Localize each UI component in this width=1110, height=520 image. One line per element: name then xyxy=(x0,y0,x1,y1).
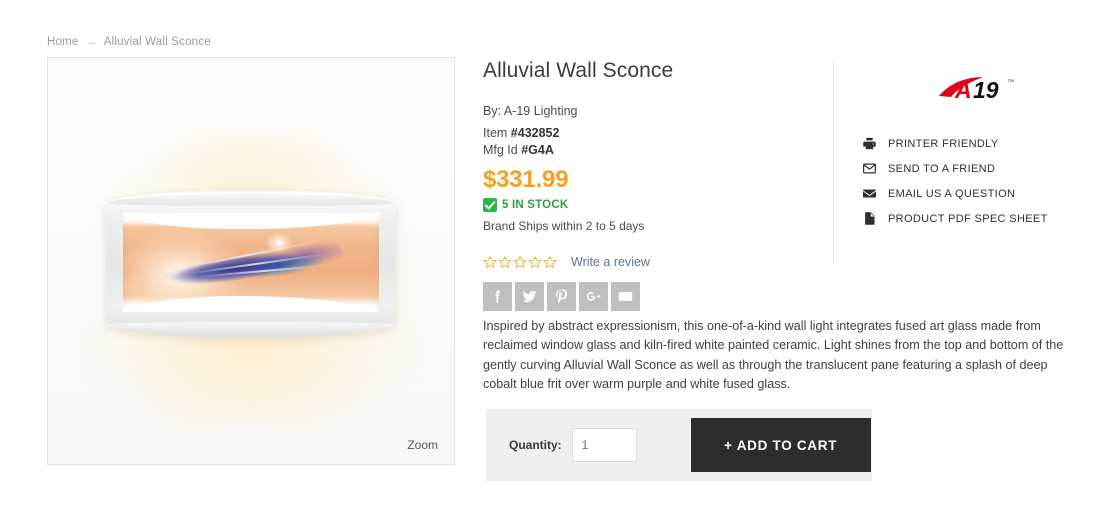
utility-label: PRODUCT PDF SPEC SHEET xyxy=(888,212,1048,225)
item-number-line: Item #432852 xyxy=(483,126,823,140)
pinterest-icon[interactable] xyxy=(547,282,576,312)
twitter-icon[interactable] xyxy=(515,282,544,312)
stock-status: 5 IN STOCK xyxy=(483,198,823,213)
shipping-note: Brand Ships within 2 to 5 days xyxy=(483,219,645,234)
mfg-id-label: Mfg Id xyxy=(483,143,522,158)
mfg-id-line: Mfg Id #G4A xyxy=(483,143,823,157)
star-icon[interactable] xyxy=(513,255,527,269)
quantity-label: Quantity: xyxy=(509,438,562,452)
wall-sconce-illustration xyxy=(106,190,396,338)
item-number-label: Item xyxy=(483,126,511,141)
send-to-friend-link[interactable]: SEND TO A FRIEND xyxy=(862,161,1082,176)
brand-line: By: A-19 Lighting xyxy=(483,104,578,119)
write-review-link[interactable]: Write a review xyxy=(571,255,650,269)
rating-stars[interactable] xyxy=(483,255,557,269)
product-image[interactable] xyxy=(48,58,454,464)
email-icon[interactable] xyxy=(611,282,640,312)
product-description: Inspired by abstract expressionism, this… xyxy=(483,319,1064,392)
vertical-divider xyxy=(833,60,834,265)
brand-logo[interactable]: A 19 ™ xyxy=(862,66,1082,112)
printer-friendly-link[interactable]: PRINTER FRIENDLY xyxy=(862,136,1082,151)
envelope-filled-icon xyxy=(862,186,877,201)
breadcrumb-current: Alluvial Wall Sconce xyxy=(103,36,211,48)
item-number-value: #432852 xyxy=(510,126,560,141)
add-to-cart-button[interactable]: + ADD TO CART xyxy=(690,418,871,472)
breadcrumb-separator-icon: → xyxy=(85,36,97,48)
product-price: $331.99 xyxy=(483,166,569,194)
fused-glass-panel xyxy=(123,213,379,312)
quantity-input[interactable] xyxy=(571,428,637,462)
printer-icon xyxy=(862,136,877,151)
star-icon[interactable] xyxy=(543,255,557,269)
zoom-label[interactable]: Zoom xyxy=(407,438,438,452)
svg-text:19: 19 xyxy=(973,77,999,103)
status-badge: 5 IN STOCK xyxy=(502,199,569,212)
product-utility-column: A 19 ™ PRINTER FRIENDLY SEND TO A FRIEND xyxy=(862,66,1082,226)
breadcrumb-home-link[interactable]: Home xyxy=(47,36,78,48)
pdf-spec-sheet-link[interactable]: PRODUCT PDF SPEC SHEET xyxy=(862,211,1082,226)
a19-logo-icon: A 19 ™ xyxy=(939,77,1014,103)
product-info: Alluvial Wall Sconce By: A-19 Lighting I… xyxy=(483,58,823,312)
svg-text:A: A xyxy=(954,77,972,103)
purchase-panel: Quantity: + ADD TO CART xyxy=(486,409,872,481)
star-icon[interactable] xyxy=(528,255,542,269)
downlight-glow xyxy=(86,326,416,422)
page-title: Alluvial Wall Sconce xyxy=(483,59,674,82)
review-summary: Write a review xyxy=(483,255,823,269)
utility-label: EMAIL US A QUESTION xyxy=(888,187,1016,200)
star-icon[interactable] xyxy=(483,255,497,269)
facebook-icon[interactable] xyxy=(483,282,512,312)
document-icon xyxy=(862,211,877,226)
social-share-bar xyxy=(483,282,823,312)
product-image-panel[interactable]: Zoom xyxy=(47,57,455,465)
svg-text:™: ™ xyxy=(1007,79,1014,86)
breadcrumb: Home → Alluvial Wall Sconce xyxy=(47,36,211,48)
google-plus-icon[interactable] xyxy=(579,282,608,312)
sconce-top-lip xyxy=(108,194,394,206)
utility-label: PRINTER FRIENDLY xyxy=(888,137,999,150)
mfg-id-value: #G4A xyxy=(521,143,554,158)
product-detail-page: Home → Alluvial Wall Sconce Zoom Alluvia… xyxy=(0,0,1110,520)
check-icon xyxy=(483,198,497,213)
utility-label: SEND TO A FRIEND xyxy=(888,162,996,175)
star-icon[interactable] xyxy=(498,255,512,269)
utility-links: PRINTER FRIENDLY SEND TO A FRIEND EMAIL … xyxy=(862,136,1082,226)
envelope-outline-icon xyxy=(862,161,877,176)
email-question-link[interactable]: EMAIL US A QUESTION xyxy=(862,186,1082,201)
lamp-hotspot xyxy=(266,232,293,253)
